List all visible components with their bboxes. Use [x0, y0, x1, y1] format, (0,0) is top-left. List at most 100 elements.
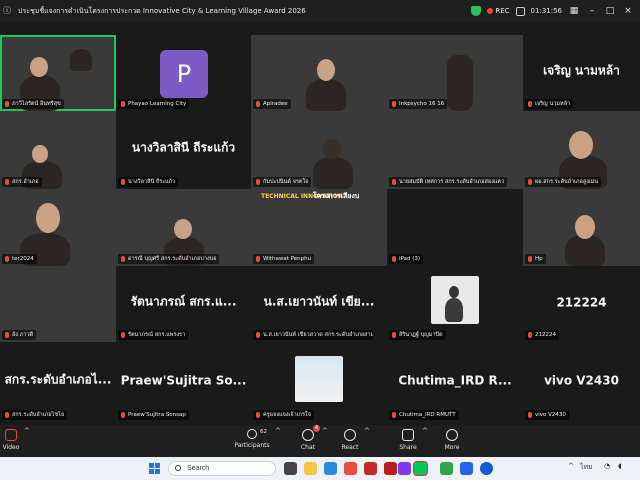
- share-button[interactable]: Share: [396, 429, 420, 451]
- tray-chevron-icon[interactable]: ^: [568, 462, 574, 470]
- participant-head: [30, 57, 48, 77]
- participant-tile[interactable]: P Phayao Learning City: [116, 35, 251, 111]
- participant-head: [323, 139, 341, 159]
- participant-figure: [445, 298, 463, 322]
- chevron-up-icon[interactable]: ^: [275, 427, 281, 435]
- volume-icon[interactable]: ◖: [618, 462, 622, 470]
- participant-head: [317, 59, 335, 81]
- participant-tile[interactable]: สิรินาฏฐ์ บุญมาปิด: [387, 266, 523, 342]
- more-button[interactable]: More: [440, 429, 464, 451]
- participant-name: น.ส.เยาวนันท์ เขียวสวาด สกร.ระดับอำเภอสา…: [253, 330, 373, 340]
- chevron-up-icon[interactable]: ^: [322, 427, 328, 435]
- participant-name: Praew'Sujitra Sonsap: [118, 410, 189, 420]
- file-explorer-icon[interactable]: [304, 462, 317, 475]
- zoom-app-icon[interactable]: [480, 462, 493, 475]
- video-off-icon: [5, 429, 17, 441]
- participant-head: [32, 145, 48, 163]
- participant-name: ครูแจงแจงเจ้าเกรใจ: [253, 410, 314, 420]
- participant-name: สกร.อำเภอ: [2, 177, 42, 187]
- windows-taskbar: Search ^ ไทย ◔ ◖: [0, 457, 640, 480]
- participant-tile[interactable]: TECHNICAL INNOVATION โครงการเสียงบ Witha…: [251, 189, 387, 266]
- chrome-browser-icon[interactable]: [344, 462, 357, 475]
- participant-tile[interactable]: สกร.ระดับอำเภอไ... สกร.ระดับอำเภอไชโย: [0, 342, 116, 422]
- chat-button[interactable]: 4 Chat: [296, 425, 320, 451]
- wifi-icon[interactable]: ◔: [604, 462, 610, 470]
- chevron-up-icon[interactable]: ^: [422, 427, 428, 435]
- pdf-reader-icon[interactable]: [384, 462, 397, 475]
- record-dot-icon: [487, 8, 494, 14]
- react-button[interactable]: React: [338, 429, 362, 451]
- participant-tile[interactable]: iPad (3): [387, 189, 523, 266]
- participant-tile[interactable]: ผอ.สกร.ระดับอำเภอสูงเม่น: [523, 111, 640, 189]
- participant-name: อัง ภาวดี: [2, 330, 37, 340]
- participant-tile[interactable]: นายสมบัติ เทศการ สกร.ระดับอำเภอสองแคว: [387, 111, 523, 189]
- chat-badge: 4: [312, 425, 320, 432]
- participant-name: 212224: [525, 330, 559, 340]
- react-label: React: [341, 444, 359, 451]
- participant-tile[interactable]: กัมปะปนินต์ จรตใจ: [251, 111, 387, 189]
- participant-tile[interactable]: Chutima_IRD R... Chutima_IRD RMUTT: [387, 342, 523, 422]
- participant-tile[interactable]: ภาวิไลรัตน์ อินทรีสุข: [0, 35, 116, 111]
- participant-tile[interactable]: ter2024: [0, 189, 116, 266]
- heart-icon: [344, 429, 356, 441]
- participant-head: [174, 219, 192, 239]
- taskbar-search[interactable]: Search: [168, 461, 276, 476]
- participant-tile[interactable]: เจริญ นามหล้า เจริญ นามหล้า: [523, 35, 640, 111]
- close-icon[interactable]: ×: [622, 6, 634, 16]
- mail-app-icon[interactable]: [364, 462, 377, 475]
- word-app-icon[interactable]: [460, 462, 473, 475]
- participant-tile[interactable]: อัง ภาวดี: [0, 266, 116, 342]
- participant-tile[interactable]: นางวิลาสินี ถีระแก้ว นางวิลาสินี ถีระแก้…: [116, 111, 251, 189]
- participant-name: เจริญ นามหล้า: [525, 99, 574, 109]
- more-label: More: [444, 444, 460, 451]
- meeting-timer: 01:31:56: [530, 7, 562, 15]
- participant-figure: [447, 55, 473, 111]
- participant-display-name: สกร.ระดับอำเภอไ...: [4, 372, 112, 387]
- start-square: [155, 463, 160, 468]
- maximize-icon[interactable]: □: [604, 6, 616, 16]
- participant-display-name: vivo V2430: [544, 373, 619, 388]
- participant-tile[interactable]: สกร.อำเภอ: [0, 111, 116, 189]
- tray-lang[interactable]: ไทย: [580, 462, 592, 473]
- chevron-up-icon[interactable]: ^: [24, 427, 30, 435]
- line-app-icon[interactable]: [413, 461, 428, 476]
- participant-name: Phayao Learning City: [118, 99, 190, 109]
- recording-indicator[interactable]: REC: [487, 7, 510, 15]
- windows-start-icon[interactable]: [149, 463, 160, 474]
- rec-label: REC: [495, 7, 510, 15]
- participants-label: Participants: [234, 442, 270, 449]
- participant-tile[interactable]: Apiradee: [251, 35, 387, 111]
- search-icon: [175, 465, 181, 471]
- shield-icon[interactable]: [471, 6, 482, 16]
- participant-tile[interactable]: 212224 212224: [523, 266, 640, 342]
- participant-tile[interactable]: ครูแจงแจงเจ้าเกรใจ: [251, 342, 387, 422]
- share-label: Share: [399, 444, 417, 451]
- info-icon[interactable]: ⓘ: [2, 6, 12, 16]
- start-square: [149, 463, 154, 468]
- participant-tile[interactable]: Praew'Sujitra So... Praew'Sujitra Sonsap: [116, 342, 251, 422]
- participant-head: [36, 203, 60, 233]
- participant-name: Hp: [525, 254, 546, 264]
- task-view-icon[interactable]: [284, 462, 297, 475]
- layout-icon[interactable]: [515, 6, 525, 16]
- participant-display-name: Chutima_IRD R...: [398, 373, 512, 388]
- participant-tile[interactable]: Hp: [523, 189, 640, 266]
- participants-button[interactable]: 62 Participants: [232, 429, 272, 449]
- participant-tile[interactable]: รัตนาภรณ์ สกร.แ... รัตนาภรณ์ สกร.แพรงรา: [116, 266, 251, 342]
- participant-tile[interactable]: น.ส.เยาวนันท์ เขีย... น.ส.เยาวนันท์ เขีย…: [251, 266, 387, 342]
- video-label: Video: [2, 444, 20, 451]
- participant-tile[interactable]: ดารณี บุญศรี สกร.ระดับอำเภอบางบอ: [116, 189, 251, 266]
- participants-count: 62: [260, 429, 267, 435]
- minimize-icon[interactable]: –: [586, 6, 598, 16]
- participant-figure: [306, 79, 346, 111]
- participant-name: นายสมบัติ เทศการ สกร.ระดับอำเภอสองแคว: [389, 177, 508, 187]
- chevron-up-icon[interactable]: ^: [364, 427, 370, 435]
- grid-view-icon[interactable]: ▦: [568, 6, 580, 16]
- video-button[interactable]: Video: [0, 429, 22, 451]
- edge-browser-icon[interactable]: [324, 462, 337, 475]
- start-square: [149, 469, 154, 474]
- participant-tile[interactable]: vivo V2430 vivo V2430: [523, 342, 640, 422]
- app-icon[interactable]: [398, 462, 411, 475]
- participant-tile[interactable]: Inkpsycho 16 16: [387, 35, 523, 111]
- excel-app-icon[interactable]: [440, 462, 453, 475]
